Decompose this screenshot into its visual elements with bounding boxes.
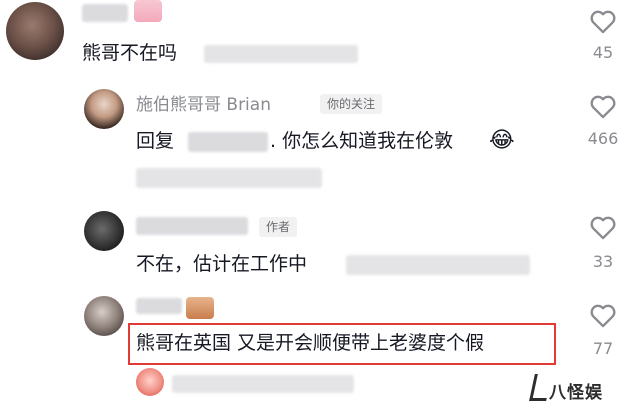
comment-text: . 你怎么知道我在伦敦: [270, 130, 454, 152]
avatar[interactable]: [84, 296, 124, 336]
avatar[interactable]: [84, 89, 124, 129]
sticker-icon: [134, 0, 162, 22]
avatar[interactable]: [6, 2, 64, 60]
avatar[interactable]: [136, 368, 164, 396]
comment-author[interactable]: 施伯熊哥哥 Brian: [136, 94, 271, 116]
comment-text: 熊哥在英国 又是开会顺便带上老婆度个假: [136, 332, 485, 354]
like-heart-icon[interactable]: [589, 302, 617, 328]
like-count: 77: [592, 339, 614, 358]
like-heart-icon[interactable]: [589, 214, 617, 240]
comment-meta-blurred: [346, 255, 530, 275]
avatar[interactable]: [84, 211, 124, 251]
comment-meta-blurred: [172, 375, 354, 393]
sticker-icon: [186, 297, 214, 319]
comment-text: 不在，估计在工作中: [136, 253, 308, 275]
like-count: 33: [592, 252, 614, 271]
comment-text: 熊哥不在吗: [82, 42, 178, 64]
replied-user-blurred[interactable]: [188, 132, 268, 152]
like-heart-icon[interactable]: [589, 8, 617, 34]
like-count: 45: [592, 43, 614, 62]
like-heart-icon[interactable]: [589, 93, 617, 119]
comment-meta-blurred: [204, 45, 358, 63]
reply-prefix: 回复: [136, 130, 175, 152]
like-count: 466: [587, 129, 619, 148]
laughing-emoji-icon: 😂: [489, 128, 515, 153]
watermark-text: 八怪娱: [549, 383, 603, 403]
following-badge: 你的关注: [320, 94, 383, 114]
comment-meta-blurred: [136, 168, 322, 188]
username-blurred[interactable]: [136, 298, 182, 314]
username-blurred[interactable]: [136, 217, 248, 235]
author-badge: 作者: [259, 217, 298, 237]
username-blurred[interactable]: [82, 4, 128, 22]
